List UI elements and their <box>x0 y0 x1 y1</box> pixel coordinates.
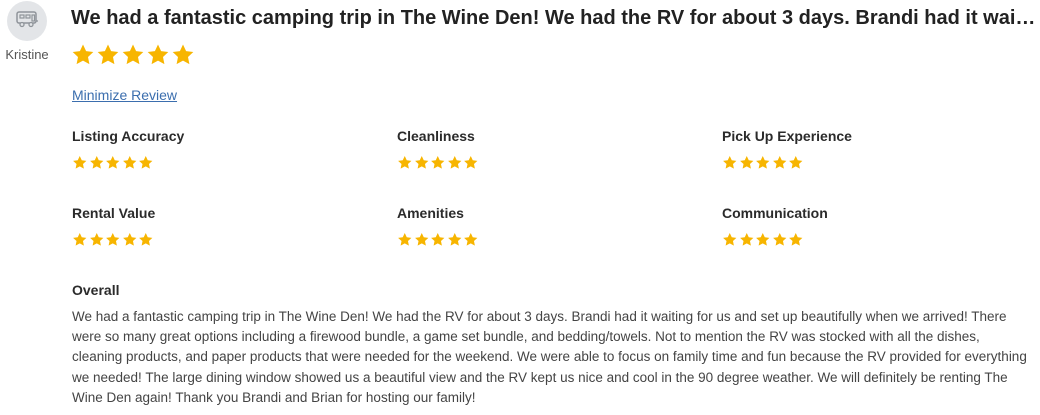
star-icon <box>739 232 755 248</box>
category-star-rating <box>722 155 1022 171</box>
star-icon <box>722 232 738 248</box>
star-icon <box>122 232 138 248</box>
category-star-rating <box>397 155 697 171</box>
category-label: Pick Up Experience <box>722 128 852 144</box>
star-icon <box>122 155 138 171</box>
category-star-rating <box>397 232 697 248</box>
category-star-rating <box>72 232 372 248</box>
category-label: Communication <box>722 205 828 221</box>
category-communication: Communication <box>722 204 1022 248</box>
star-icon <box>72 155 88 171</box>
category-star-rating <box>72 155 372 171</box>
star-icon <box>447 155 463 171</box>
star-icon <box>414 232 430 248</box>
star-icon <box>772 232 788 248</box>
category-label: Listing Accuracy <box>72 128 185 144</box>
star-icon <box>397 232 413 248</box>
category-listing-accuracy: Listing Accuracy <box>72 127 372 171</box>
star-icon <box>71 43 95 67</box>
star-icon <box>72 232 88 248</box>
overall-heading: Overall <box>72 282 120 298</box>
overall-star-rating <box>71 43 195 67</box>
star-icon <box>397 155 413 171</box>
category-rental-value: Rental Value <box>72 204 372 248</box>
category-star-rating <box>722 232 1022 248</box>
star-icon <box>96 43 120 67</box>
review-title: We had a fantastic camping trip in The W… <box>71 7 1037 29</box>
star-icon <box>739 155 755 171</box>
reviewer-name: Kristine <box>5 47 49 62</box>
star-icon <box>414 155 430 171</box>
star-icon <box>146 43 170 67</box>
star-icon <box>755 155 771 171</box>
category-pick-up-experience: Pick Up Experience <box>722 127 1022 171</box>
category-label: Amenities <box>397 205 464 221</box>
star-icon <box>788 232 804 248</box>
category-label: Rental Value <box>72 205 156 221</box>
star-icon <box>105 155 121 171</box>
star-icon <box>722 155 738 171</box>
star-icon <box>463 232 479 248</box>
star-icon <box>121 43 145 67</box>
star-icon <box>463 155 479 171</box>
star-icon <box>171 43 195 67</box>
category-amenities: Amenities <box>397 204 697 248</box>
category-cleanliness: Cleanliness <box>397 127 697 171</box>
category-label: Cleanliness <box>397 128 475 144</box>
star-icon <box>788 155 804 171</box>
star-icon <box>138 232 154 248</box>
star-icon <box>430 155 446 171</box>
star-icon <box>138 155 154 171</box>
minimize-review-link[interactable]: Minimize Review <box>72 87 177 103</box>
star-icon <box>89 232 105 248</box>
star-icon <box>89 155 105 171</box>
star-icon <box>105 232 121 248</box>
star-icon <box>772 155 788 171</box>
avatar <box>7 1 47 41</box>
star-icon <box>430 232 446 248</box>
rv-camper-icon <box>15 10 39 33</box>
review-body-text: We had a fantastic camping trip in The W… <box>72 309 1027 405</box>
star-icon <box>755 232 771 248</box>
star-icon <box>447 232 463 248</box>
